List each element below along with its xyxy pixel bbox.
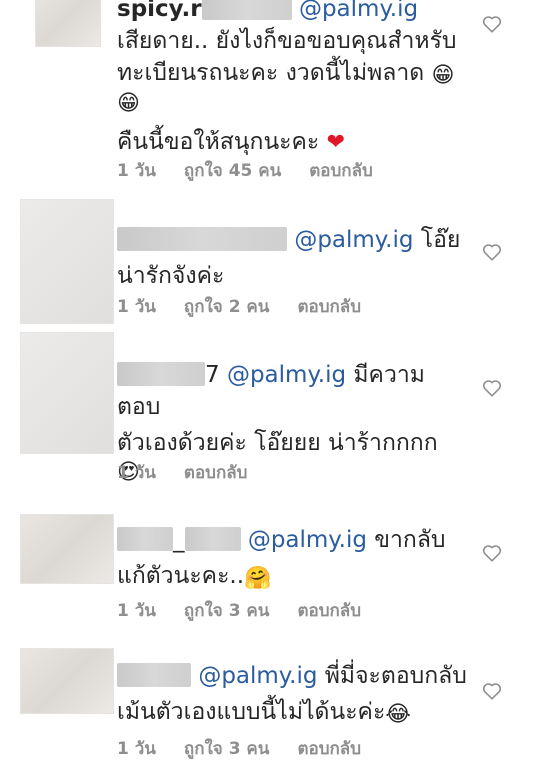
heart-emoji: ❤ <box>326 130 346 155</box>
redacted-username <box>184 527 241 551</box>
comment-body: @palmy.ig พี่มี่จะตอบกลับ เม้นตัวเองแบบน… <box>117 660 467 731</box>
comment-text: เสียดาย.. ยังไงก็ขอขอบคุณสำหรับ <box>117 28 457 54</box>
like-heart-icon[interactable] <box>481 542 503 564</box>
likes-count[interactable]: ถูกใจ 2 คน <box>184 293 270 320</box>
reply-button[interactable]: ตอบกลับ <box>184 459 248 486</box>
like-heart-icon[interactable] <box>481 680 503 702</box>
like-heart-icon[interactable] <box>481 241 503 263</box>
avatar[interactable] <box>20 332 114 454</box>
comment-meta: 1 วัน ถูกใจ 3 คน ตอบกลับ <box>117 735 361 762</box>
redacted-username <box>117 227 287 251</box>
comment-text-line: แก้ตัวนะคะ..🤗 <box>117 560 467 595</box>
reply-button[interactable]: ตอบกลับ <box>297 735 361 762</box>
comment-meta: 1 วัน ถูกใจ 2 คน ตอบกลับ <box>117 293 361 320</box>
comment-text: พี่มี่จะตอบกลับ <box>324 663 467 689</box>
comment-text: ตัวเองด้วยค่ะ โอ๊ยยย น่าร้ากกกก <box>117 430 438 456</box>
comment-meta: 1 วัน ถูกใจ 3 คน ตอบกลับ <box>117 597 361 624</box>
reply-button[interactable]: ตอบกลับ <box>297 597 361 624</box>
timestamp: 1 วัน <box>117 297 156 317</box>
comment-text: น่ารักจังค่ะ <box>117 263 225 289</box>
comment-body: _ @palmy.ig ขากลับ แก้ตัวนะคะ..🤗 <box>117 524 467 595</box>
comment-line: _ @palmy.ig ขากลับ <box>117 524 467 556</box>
redacted-username <box>117 362 205 386</box>
username[interactable]: 7 <box>205 362 220 388</box>
timestamp: 1 วัน <box>117 463 156 483</box>
comment-text-line: คืนนี้ขอให้สนุกนะคะ ❤ <box>117 126 467 159</box>
grin-emoji: 😁 <box>117 91 140 116</box>
reply-button[interactable]: ตอบกลับ <box>309 157 373 184</box>
comment-body: @palmy.ig โอ๊ย น่ารักจังค่ะ <box>117 224 467 292</box>
redacted-username <box>117 527 173 551</box>
comment-line: 7 @palmy.ig มีความตอบ <box>117 359 467 423</box>
tears-of-joy-emoji: 😂 <box>385 702 412 727</box>
comment-line: spicy.r @palmy.ig <box>117 0 467 25</box>
comment-text-line: เม้นตัวเองแบบนี้ไม่ได้นะค่ะ😂 <box>117 696 467 731</box>
redacted-username <box>117 663 191 687</box>
comment-body: spicy.r @palmy.ig เสียดาย.. ยังไงก็ขอขอบ… <box>117 0 467 159</box>
comment-line: @palmy.ig โอ๊ย <box>117 224 467 256</box>
comment-text: ขากลับ <box>374 527 446 553</box>
likes-count[interactable]: ถูกใจ 45 คน <box>184 157 281 184</box>
avatar[interactable] <box>20 648 114 714</box>
reply-button[interactable]: ตอบกลับ <box>297 293 361 320</box>
like-heart-icon[interactable] <box>481 377 503 399</box>
mention-link[interactable]: @palmy.ig <box>198 663 317 689</box>
redacted-username <box>201 0 292 20</box>
comment-line: @palmy.ig พี่มี่จะตอบกลับ <box>117 660 467 692</box>
avatar[interactable] <box>35 0 101 47</box>
hugging-emoji: 🤗 <box>244 566 272 591</box>
avatar[interactable] <box>20 514 114 584</box>
likes-count[interactable]: ถูกใจ 3 คน <box>184 735 270 762</box>
username[interactable]: spicy.r <box>117 0 202 22</box>
comment-meta: 1 วัน ถูกใจ 45 คน ตอบกลับ <box>117 157 373 184</box>
avatar[interactable] <box>20 199 114 324</box>
timestamp: 1 วัน <box>117 161 156 181</box>
comment-text: แก้ตัวนะคะ.. <box>117 563 245 589</box>
timestamp: 1 วัน <box>117 601 156 621</box>
mention-link[interactable]: @palmy.ig <box>299 0 418 22</box>
comment-meta: 1 วัน ตอบกลับ <box>117 459 247 486</box>
comment-text: เม้นตัวเองแบบนี้ไม่ได้นะค่ะ <box>117 699 386 725</box>
mention-link[interactable]: @palmy.ig <box>227 362 346 388</box>
mention-link[interactable]: @palmy.ig <box>248 527 367 553</box>
like-heart-icon[interactable] <box>481 13 503 35</box>
likes-count[interactable]: ถูกใจ 3 คน <box>184 597 270 624</box>
username[interactable]: _ <box>173 527 185 553</box>
comment-text: โอ๊ย <box>420 227 461 253</box>
comment-text: ทะเบียนรถนะคะ งวดนี้ไม่พลาด <box>117 60 425 86</box>
comment-text: คืนนี้ขอให้สนุกนะคะ <box>117 129 320 155</box>
mention-link[interactable]: @palmy.ig <box>294 227 413 253</box>
comment-text-line: ทะเบียนรถนะคะ งวดนี้ไม่พลาด 😁 <box>117 57 467 92</box>
grin-emoji: 😁 <box>431 63 455 88</box>
timestamp: 1 วัน <box>117 739 156 759</box>
